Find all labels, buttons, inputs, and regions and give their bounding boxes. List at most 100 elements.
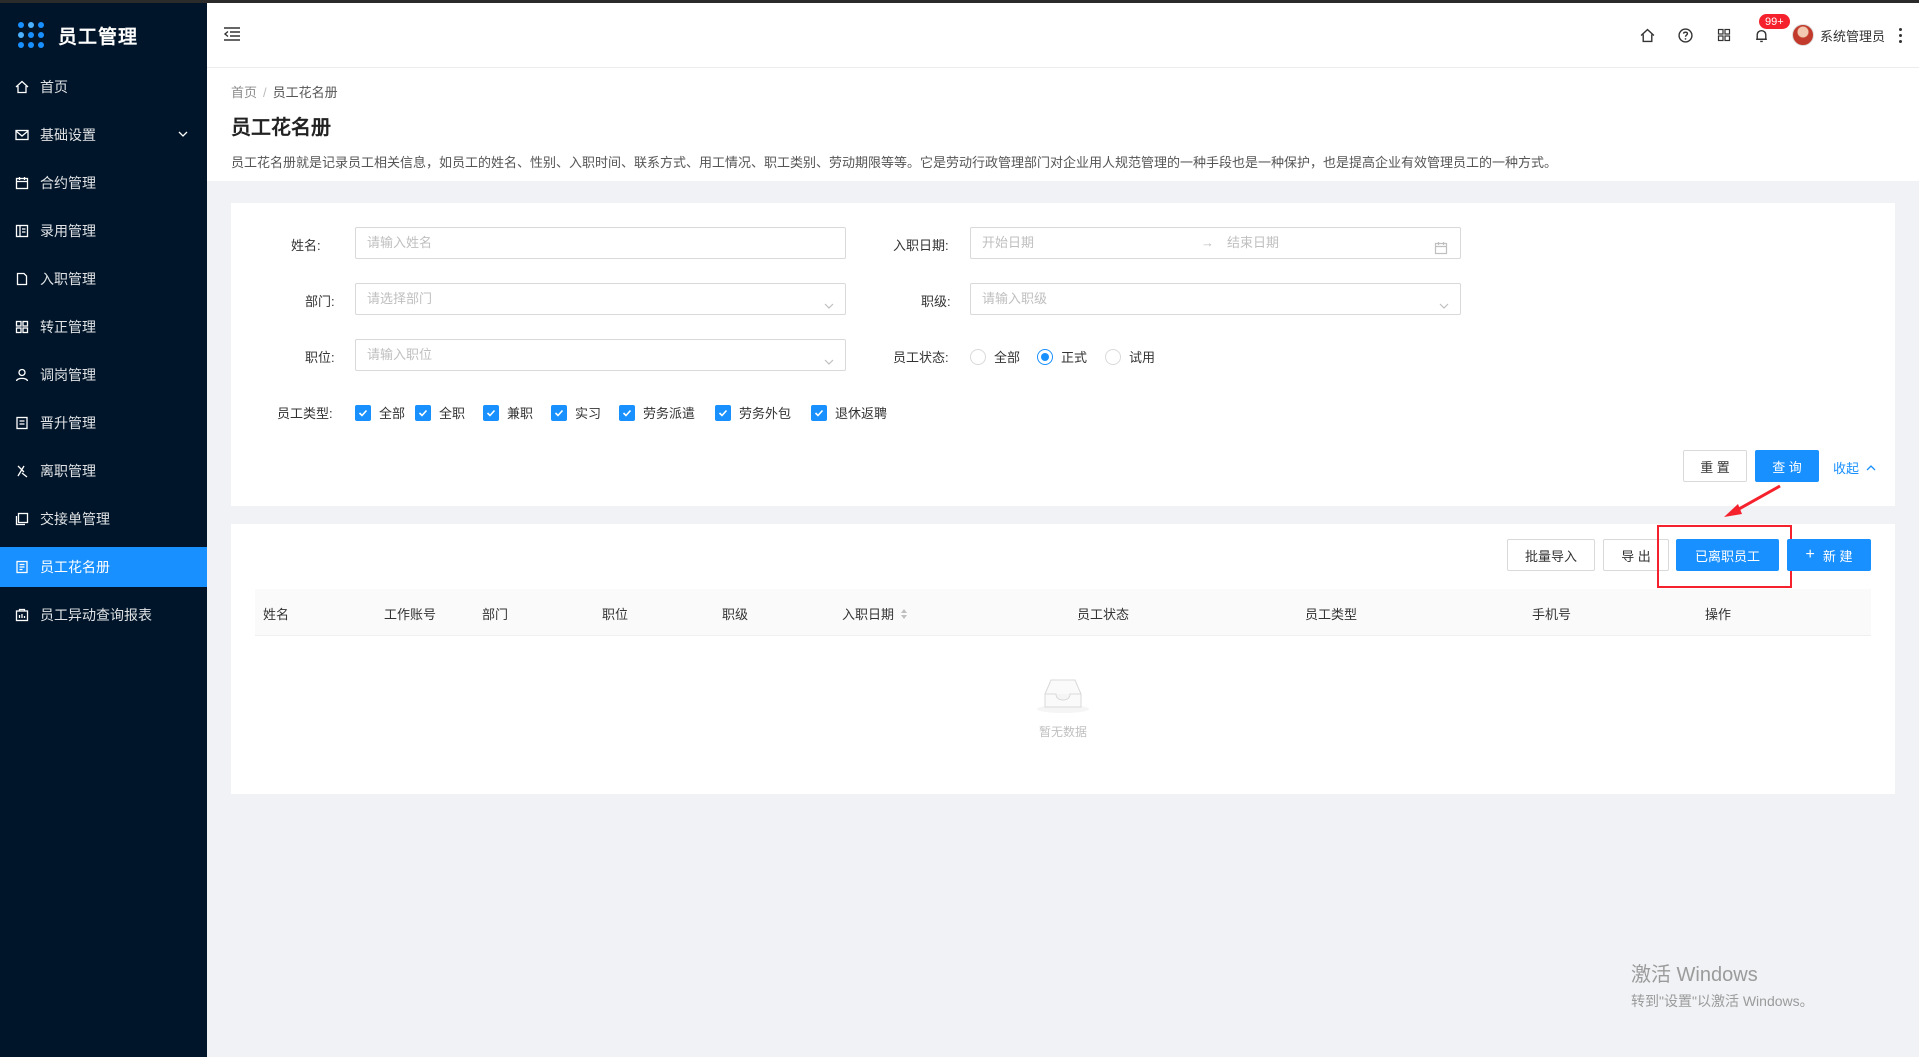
position-label: 职位: [305, 350, 335, 365]
page-description: 员工花名册就是记录员工相关信息，如员工的姓名、性别、入职时间、联系方式、用工情况… [231, 155, 1558, 170]
hire-date-label: 入职日期: [893, 238, 949, 253]
windows-activation-watermark: 激活 Windows 转到"设置"以激活 Windows。 [1631, 958, 1814, 1011]
sidebar-item-regularization[interactable]: 转正管理 [0, 307, 207, 347]
status-radio-all[interactable]: 全部 [970, 347, 1020, 366]
checkbox-label: 劳务派遣 [643, 406, 696, 421]
more-vertical-icon[interactable] [1897, 26, 1903, 44]
breadcrumb-home[interactable]: 首页 [231, 85, 257, 100]
rank-placeholder: 请输入职级 [982, 291, 1048, 306]
sidebar-item-label: 入职管理 [40, 271, 96, 287]
watermark-line2: 转到"设置"以激活 Windows。 [1631, 993, 1814, 1009]
empty-text: 暂无数据 [1038, 725, 1087, 739]
menu-fold-icon[interactable] [223, 26, 241, 45]
table-header: 姓名 工作账号 部门 职位 职级 入职日期 员工状态 员工类型 手机号 操作 [255, 589, 1871, 636]
collapse-link[interactable]: 收起 [1833, 458, 1877, 477]
checkbox-label: 劳务外包 [739, 406, 792, 421]
help-icon[interactable] [1676, 25, 1696, 45]
sidebar-item-promotion[interactable]: 晋升管理 [0, 403, 207, 443]
check-icon [355, 404, 371, 421]
type-checkbox-rehired-retiree[interactable]: 退休返聘 [811, 403, 887, 422]
type-checkbox-intern[interactable]: 实习 [551, 403, 601, 422]
sidebar-item-label: 合约管理 [40, 175, 96, 191]
annotation-highlight-box [1657, 525, 1792, 588]
sidebar-item-handover[interactable]: 交接单管理 [0, 499, 207, 539]
type-label: 员工类型: [277, 406, 333, 421]
sidebar-item-change-report[interactable]: 员工异动查询报表 [0, 595, 207, 635]
sidebar-item-hiring[interactable]: 录用管理 [0, 211, 207, 251]
avatar[interactable] [1791, 24, 1814, 46]
leave-icon [14, 463, 30, 479]
sort-icon[interactable] [900, 608, 908, 620]
checkbox-label: 退休返聘 [835, 406, 888, 421]
new-button-label: 新 建 [1822, 548, 1853, 564]
sidebar-item-label: 晋升管理 [40, 415, 96, 431]
column-header-department: 部门 [482, 607, 509, 622]
page-title: 员工花名册 [231, 117, 331, 139]
user-icon [14, 367, 30, 383]
status-label: 员工状态: [893, 350, 949, 365]
column-header-account: 工作账号 [384, 607, 437, 622]
checkbox-label: 全部 [379, 406, 406, 421]
type-checkbox-dispatch[interactable]: 劳务派遣 [619, 403, 695, 422]
sidebar-item-basic-settings[interactable]: 基础设置 [0, 115, 207, 155]
search-button[interactable]: 查 询 [1755, 450, 1819, 482]
department-label: 部门: [305, 294, 335, 309]
type-checkbox-parttime[interactable]: 兼职 [483, 403, 533, 422]
home-icon[interactable] [1638, 25, 1658, 45]
top-header: 99+ 系统管理员 [207, 0, 1919, 68]
checkbox-label: 全职 [439, 406, 466, 421]
column-header-type: 员工类型 [1305, 607, 1358, 622]
empty-state: 暂无数据 [231, 674, 1895, 740]
column-header-phone: 手机号 [1532, 607, 1572, 622]
sidebar-item-contract[interactable]: 合约管理 [0, 163, 207, 203]
type-checkbox-outsourcing[interactable]: 劳务外包 [715, 403, 791, 422]
page-header: 首页 / 员工花名册 员工花名册 员工花名册就是记录员工相关信息，如员工的姓名、性别… [207, 68, 1919, 181]
radio-label: 正式 [1061, 350, 1088, 365]
column-header-rank: 职级 [722, 607, 749, 622]
check-icon [551, 404, 567, 421]
notification-badge: 99+ [1757, 13, 1791, 30]
status-radio-regular[interactable]: 正式 [1037, 347, 1087, 366]
checkbox-label: 实习 [575, 406, 602, 421]
apps-icon[interactable] [1714, 25, 1734, 45]
start-date-input[interactable]: 开始日期 [982, 235, 1034, 250]
type-checkbox-fulltime[interactable]: 全职 [415, 403, 465, 422]
file-icon [14, 271, 30, 287]
type-checkbox-all[interactable]: 全部 [355, 403, 405, 422]
calendar-icon [1434, 236, 1448, 266]
name-input[interactable]: 请输入姓名 [355, 227, 846, 259]
grid-icon [14, 319, 30, 335]
column-header-status: 员工状态 [1077, 607, 1130, 622]
reset-button[interactable]: 重 置 [1683, 450, 1747, 482]
home-icon [14, 79, 30, 95]
new-button[interactable]: + 新 建 [1787, 539, 1871, 571]
position-select[interactable]: 请输入职位 [355, 339, 846, 371]
sidebar-item-resignation[interactable]: 离职管理 [0, 451, 207, 491]
department-select[interactable]: 请选择部门 [355, 283, 846, 315]
sidebar-item-roster[interactable]: 员工花名册 [0, 547, 207, 587]
sidebar-menu: 首页 基础设置 合约管理 录用管理 入职管理 转正管理 调岗管理 晋升管理 离职… [0, 67, 207, 643]
hire-date-range-picker[interactable]: 开始日期 → 结束日期 [970, 227, 1461, 259]
department-placeholder: 请选择部门 [367, 291, 433, 306]
sidebar-item-transfer[interactable]: 调岗管理 [0, 355, 207, 395]
check-icon [619, 404, 635, 421]
radio-label: 试用 [1129, 350, 1156, 365]
sidebar-item-label: 员工花名册 [40, 559, 110, 575]
check-icon [715, 404, 731, 421]
sidebar-item-onboarding[interactable]: 入职管理 [0, 259, 207, 299]
username[interactable]: 系统管理员 [1820, 26, 1885, 45]
sidebar-item-label: 离职管理 [40, 463, 96, 479]
status-radio-probation[interactable]: 试用 [1105, 347, 1155, 366]
position-placeholder: 请输入职位 [367, 347, 433, 362]
chevron-down-icon [823, 293, 835, 323]
batch-import-button[interactable]: 批量导入 [1507, 539, 1595, 571]
rank-select[interactable]: 请输入职级 [970, 283, 1461, 315]
column-header-hire-date[interactable]: 入职日期 [842, 604, 908, 623]
end-date-input[interactable]: 结束日期 [1227, 228, 1279, 258]
sidebar-item-home[interactable]: 首页 [0, 67, 207, 107]
copy-icon [14, 511, 30, 527]
app-logo[interactable]: 员工管理 [0, 3, 207, 67]
header-actions: 99+ 系统管理员 [1620, 3, 1903, 67]
breadcrumb-current: 员工花名册 [272, 85, 338, 100]
bell-icon[interactable]: 99+ [1752, 13, 1791, 45]
